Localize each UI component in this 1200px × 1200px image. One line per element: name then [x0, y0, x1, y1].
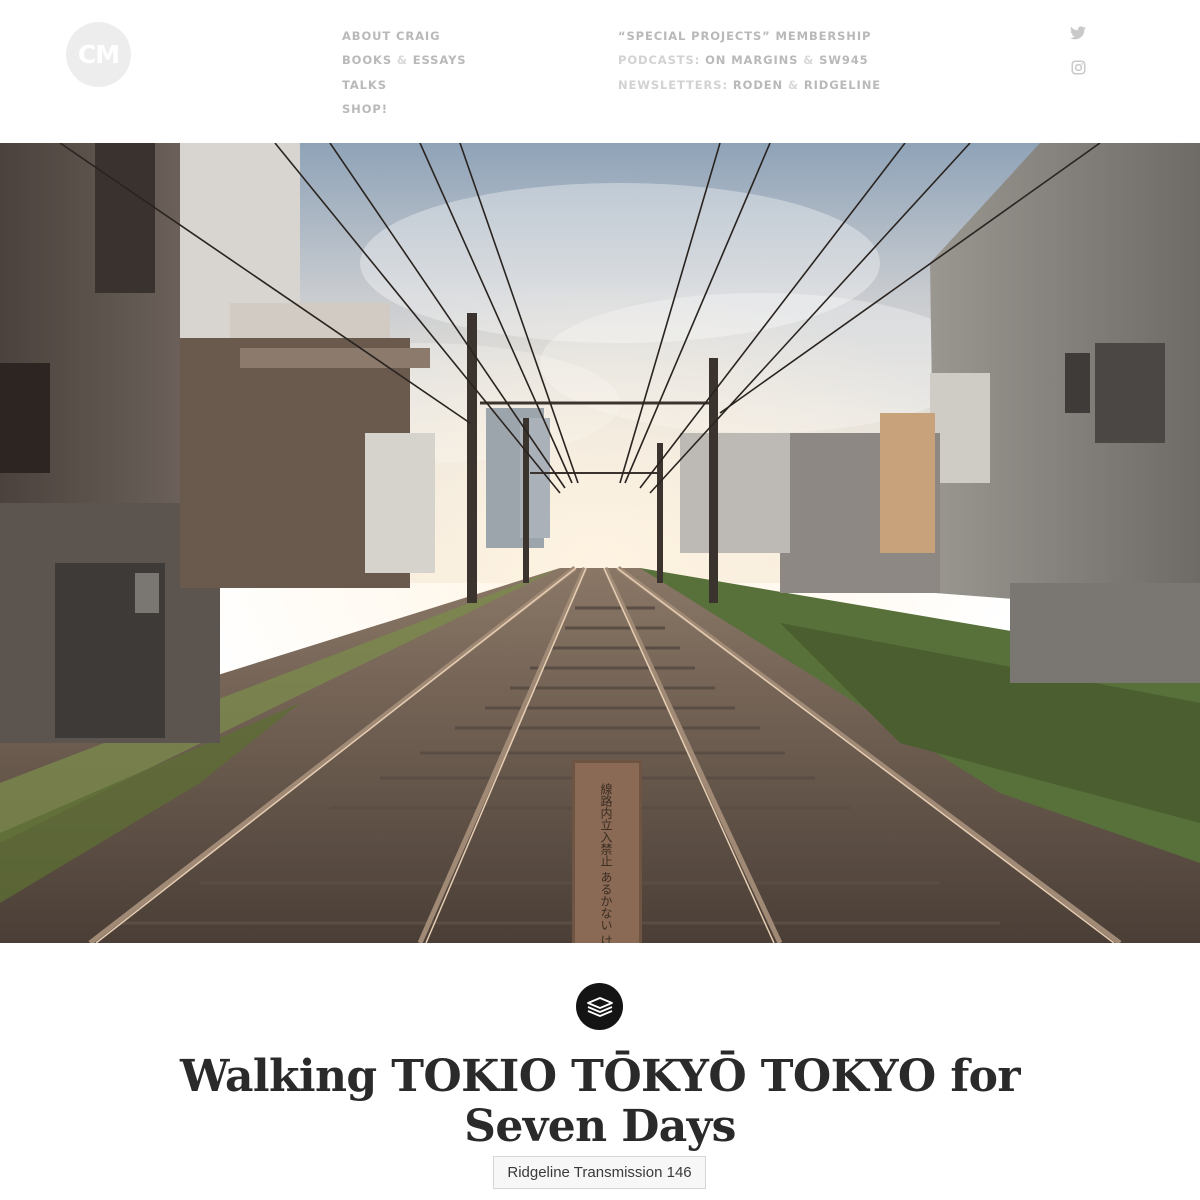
nav-link-ridgeline[interactable]: RIDGELINE [804, 78, 881, 92]
nav-item-talks: TALKS [342, 73, 466, 97]
nav-item-shop: SHOP! [342, 97, 466, 121]
podcasts-label: PODCASTS: [618, 53, 701, 68]
nav-ampersand: & [396, 53, 408, 68]
nav-link-about[interactable]: ABOUT CRAIG [342, 29, 440, 43]
instagram-icon[interactable] [1068, 57, 1088, 77]
nav-item-podcasts: PODCASTS: ON MARGINS & SW945 [618, 48, 881, 72]
nav-link-talks[interactable]: TALKS [342, 78, 387, 92]
railway-illustration: 線路内立入禁止 あるかない けんろは… [0, 143, 1200, 943]
nav-link-roden[interactable]: RODEN [733, 78, 783, 92]
nav-ampersand: & [787, 77, 799, 92]
secondary-nav: “SPECIAL PROJECTS” MEMBERSHIP PODCASTS: … [618, 24, 881, 97]
nav-item-about: ABOUT CRAIG [342, 24, 466, 48]
nav-link-essays[interactable]: ESSAYS [413, 53, 467, 67]
nav-link-on-margins[interactable]: ON MARGINS [705, 53, 798, 67]
twitter-icon[interactable] [1068, 23, 1088, 43]
stack-icon [576, 983, 623, 1030]
nav-item-books-essays: BOOKS & ESSAYS [342, 48, 466, 72]
newsletters-label: NEWSLETTERS: [618, 77, 728, 92]
nav-ampersand: & [803, 53, 815, 68]
track-sign-text: 線路内立入禁止 あるかない けんろは… [599, 782, 613, 943]
nav-item-newsletters: NEWSLETTERS: RODEN & RIDGELINE [618, 73, 881, 97]
nav-link-membership[interactable]: “SPECIAL PROJECTS” MEMBERSHIP [618, 29, 871, 43]
nav-link-sw945[interactable]: SW945 [819, 53, 868, 67]
site-header: CM ABOUT CRAIG BOOKS & ESSAYS TALKS SHOP… [0, 0, 1200, 143]
hero-photo: 線路内立入禁止 あるかない けんろは… [0, 143, 1200, 943]
site-logo[interactable]: CM [66, 22, 131, 87]
nav-item-membership: “SPECIAL PROJECTS” MEMBERSHIP [618, 24, 881, 48]
nav-link-shop[interactable]: SHOP! [342, 102, 388, 116]
nav-link-books[interactable]: BOOKS [342, 53, 392, 67]
article-title: Walking TOKIO TŌKYŌ TOKYO for Seven Days [179, 1051, 1021, 1152]
article-tag[interactable]: Ridgeline Transmission 146 [493, 1156, 706, 1189]
primary-nav: ABOUT CRAIG BOOKS & ESSAYS TALKS SHOP! [342, 24, 466, 121]
